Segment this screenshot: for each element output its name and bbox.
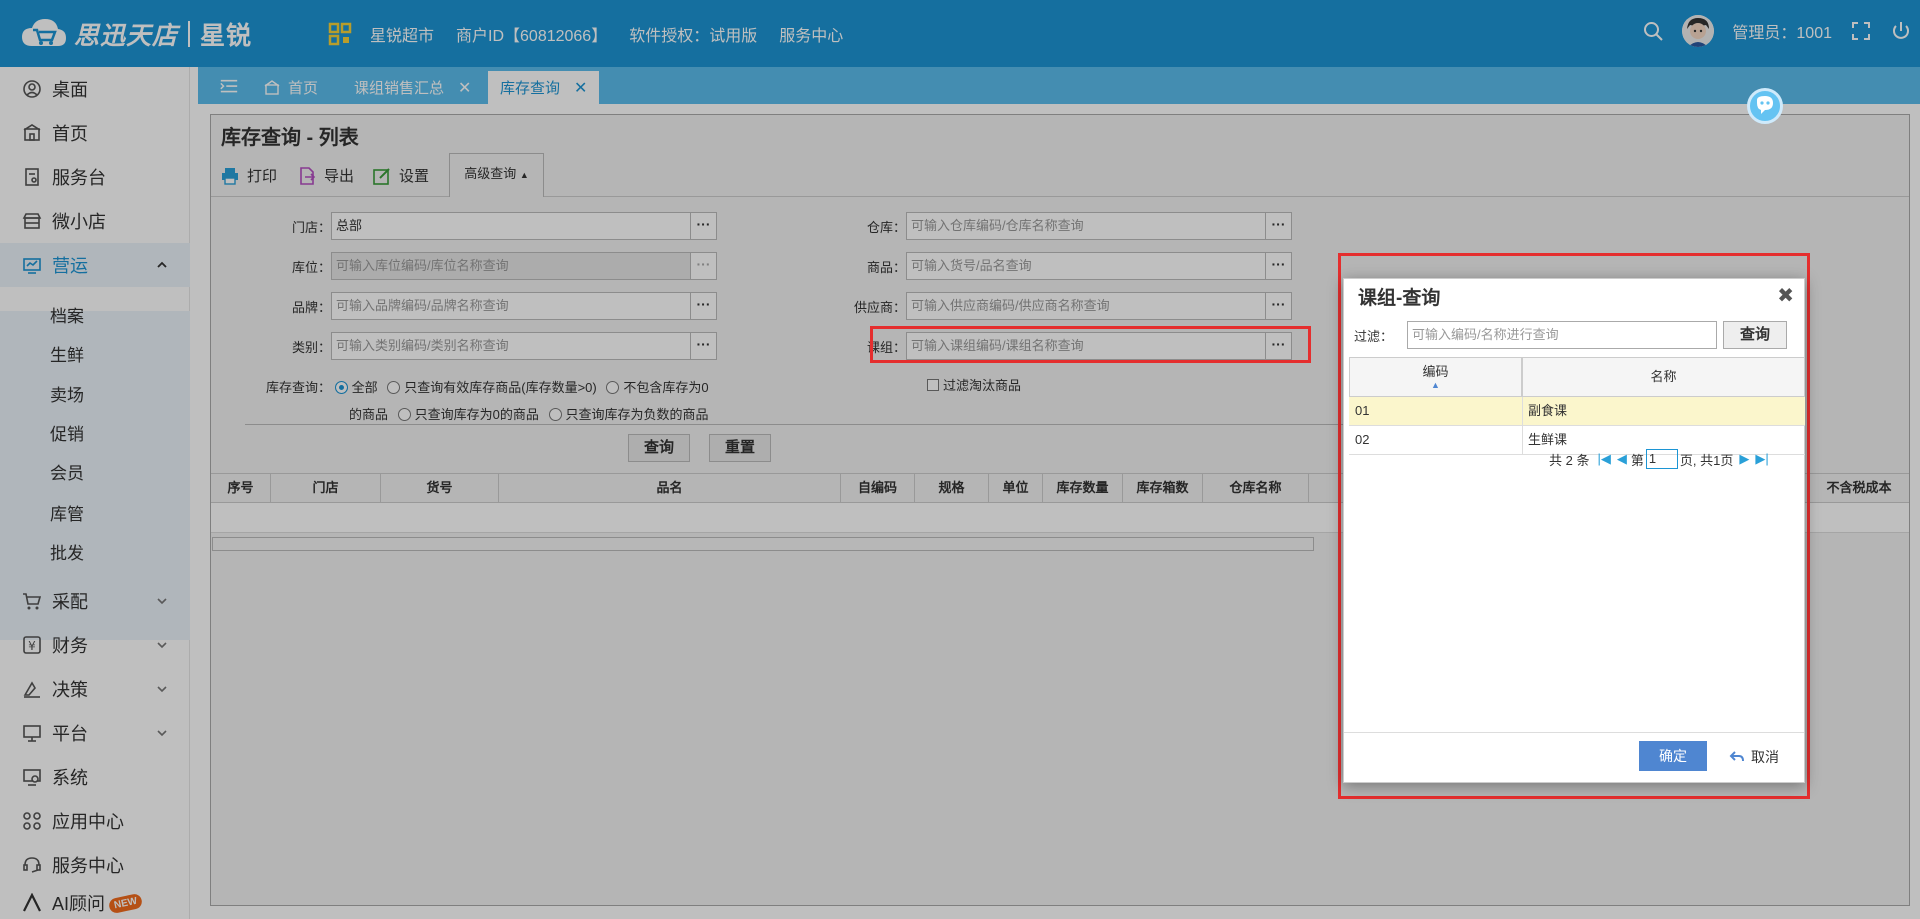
first-page-icon[interactable]: |◀ (1597, 451, 1610, 467)
cancel-label: 取消 (1751, 749, 1779, 765)
cell-divider (1522, 426, 1523, 455)
highlight-group-field (870, 326, 1311, 363)
last-page-icon[interactable]: ▶| (1755, 451, 1768, 467)
page-prefix: 第 (1630, 452, 1644, 468)
confirm-button[interactable]: 确定 (1639, 741, 1707, 771)
prev-page-icon[interactable]: ◀ (1617, 451, 1627, 467)
cancel-button[interactable]: 取消 (1729, 747, 1779, 767)
column-header-code[interactable]: 编码 ▲ (1349, 357, 1522, 397)
chat-assistant-icon[interactable] (1747, 88, 1783, 124)
cell-divider (1522, 397, 1523, 426)
column-header-name[interactable]: 名称 (1522, 357, 1805, 397)
group-query-dialog: 课组-查询 ✖ 过滤： 可输入编码/名称进行查询 查询 编码 ▲ 名称 01 副… (1343, 278, 1805, 783)
dialog-footer-divider (1344, 732, 1804, 733)
pager-total: 共 2 条 (1549, 452, 1590, 468)
dialog-query-button[interactable]: 查询 (1723, 321, 1788, 349)
filter-label: 过滤： (1354, 328, 1394, 344)
dialog-filter: 过滤： 可输入编码/名称进行查询 查询 (1354, 321, 1788, 349)
row-name: 副食课 (1528, 403, 1568, 418)
pager: 共 2 条 |◀ ◀ 第 1 页, 共1页 ▶ ▶| (1549, 449, 1769, 469)
table-row[interactable]: 01 副食课 (1349, 397, 1805, 426)
close-icon[interactable]: ✖ (1777, 283, 1794, 308)
undo-icon (1729, 751, 1744, 762)
dialog-title: 课组-查询 (1358, 288, 1441, 309)
next-page-icon[interactable]: ▶ (1739, 451, 1749, 467)
column-header-label: 编码 (1422, 364, 1449, 379)
page-input[interactable]: 1 (1645, 449, 1678, 469)
sort-asc-icon: ▲ (1431, 380, 1440, 390)
filter-input[interactable]: 可输入编码/名称进行查询 (1407, 321, 1718, 349)
page-suffix: 页, 共1页 (1679, 452, 1734, 468)
row-code: 02 (1355, 432, 1370, 447)
row-code: 01 (1355, 403, 1370, 418)
